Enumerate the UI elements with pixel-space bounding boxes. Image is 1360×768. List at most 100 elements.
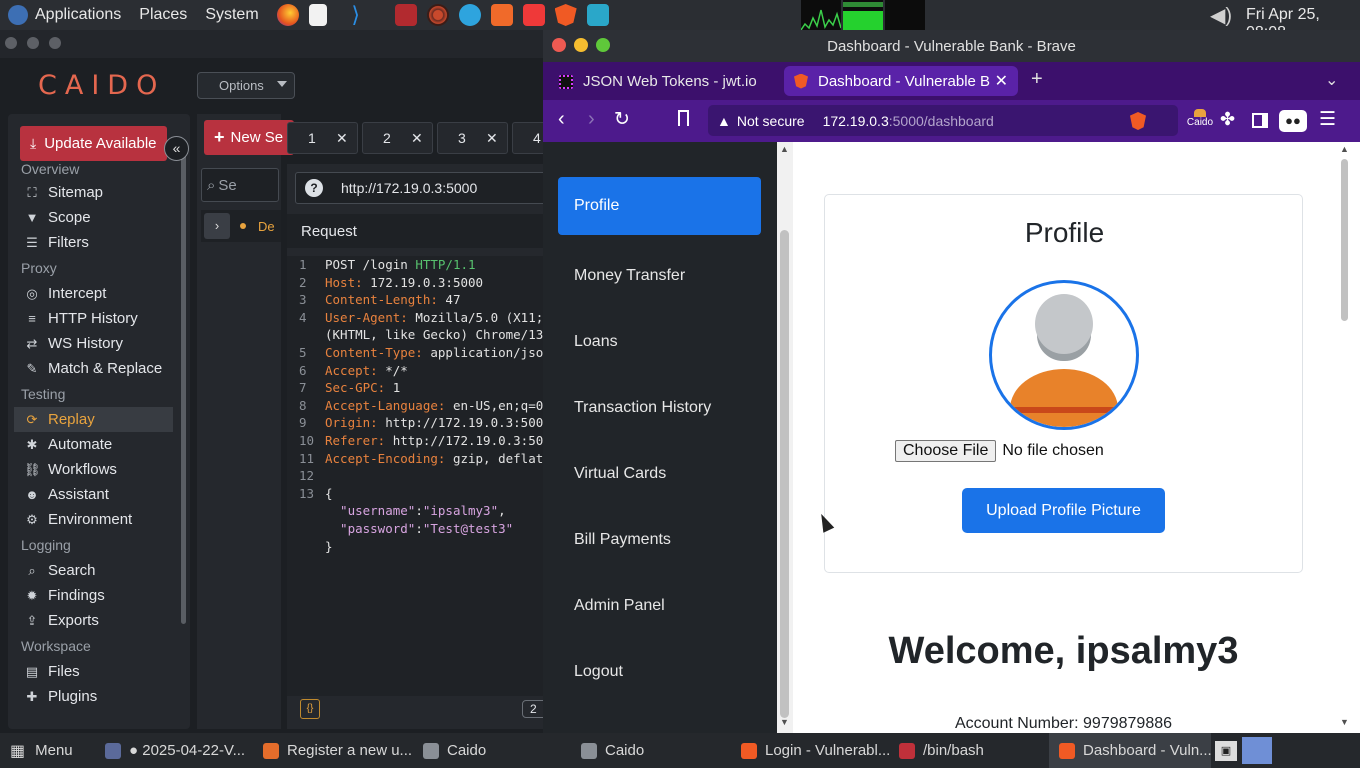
files-launcher-icon[interactable] — [586, 4, 609, 26]
nav-logout[interactable]: Logout — [543, 639, 777, 705]
target-launcher-icon[interactable] — [426, 4, 449, 26]
hamburger-menu-icon[interactable]: ☰ — [1319, 108, 1336, 131]
page-scroll-down-icon[interactable]: ▼ — [1340, 717, 1349, 727]
nav-admin-panel[interactable]: Admin Panel — [543, 573, 777, 639]
close-icon[interactable]: ✕ — [336, 130, 348, 147]
sidebar-item-findings[interactable]: ✹ Findings — [8, 583, 182, 608]
address-bar[interactable]: ▲ Not secure 172.19.0.3:5000/dashboard — [708, 105, 1178, 136]
format-json-icon[interactable]: {} — [300, 699, 320, 719]
close-icon[interactable]: ✕ — [411, 130, 423, 147]
caido-extension-icon[interactable]: Caido — [1186, 109, 1214, 133]
options-dropdown[interactable]: Options — [197, 72, 295, 99]
workspace-switcher-icon[interactable]: ▣ — [1215, 741, 1237, 761]
vivaldi-launcher-icon[interactable] — [522, 4, 545, 26]
sidebar-toggle-icon[interactable] — [1252, 113, 1268, 128]
sidebar-item-match-replace[interactable]: ✎ Match & Replace — [8, 356, 182, 381]
sidebar-item-search[interactable]: ⌕ Search — [8, 558, 182, 583]
brave-shields-icon[interactable] — [1130, 112, 1146, 130]
nav-transaction-history[interactable]: Transaction History — [543, 375, 777, 441]
collapse-sidebar-button[interactable]: « — [164, 136, 189, 161]
firefox-launcher-icon[interactable] — [276, 4, 299, 26]
sidebar-item-sitemap[interactable]: ⛶ Sitemap — [8, 180, 182, 205]
replay-tab[interactable]: 4✕ — [512, 122, 545, 154]
window-max-dot[interactable] — [49, 37, 61, 49]
sidebar-item-assistant[interactable]: ☻ Assistant — [8, 482, 182, 507]
sidebar-scrollbar[interactable] — [181, 154, 186, 624]
sidebar-item-exports[interactable]: ⇪ Exports — [8, 608, 182, 633]
chevron-right-icon[interactable]: › — [204, 213, 230, 239]
taskbar-item[interactable]: Caido — [571, 733, 731, 768]
sidebar-item-intercept[interactable]: ◎ Intercept — [8, 281, 182, 306]
code-line: "password": "Test@test3" — [325, 520, 514, 536]
replay-tab[interactable]: 3 ✕ — [437, 122, 508, 154]
taskbar-item[interactable]: /bin/bash — [889, 733, 1049, 768]
tab-jwt[interactable]: JSON Web Tokens - jwt.io — [551, 67, 779, 96]
sidebar-item-workflows[interactable]: ⛓ Workflows — [8, 457, 182, 482]
help-icon[interactable]: ? — [305, 179, 323, 197]
close-icon[interactable]: ✕ — [486, 130, 498, 147]
session-row[interactable]: › De — [201, 210, 281, 242]
request-url[interactable]: http://172.19.0.3:5000 — [341, 180, 477, 196]
extensions-puzzle-icon[interactable]: ✤ — [1220, 109, 1235, 130]
sidebar-item-filters[interactable]: ☰ Filters — [8, 230, 182, 255]
scroll-down-arrow-icon[interactable]: ▼ — [780, 717, 789, 727]
page-scroll-thumb[interactable] — [1341, 159, 1348, 321]
update-available-button[interactable]: ⤓ Update Available — [20, 126, 167, 161]
scroll-up-arrow-icon[interactable]: ▲ — [780, 144, 789, 154]
file-input[interactable]: Choose File No file chosen — [895, 440, 1104, 462]
sidebar-item-environment[interactable]: ⚙ Environment — [8, 507, 182, 532]
taskbar-item[interactable]: Dashboard - Vuln... — [1049, 733, 1211, 768]
nav-loans[interactable]: Loans — [543, 309, 777, 375]
burp-launcher-icon[interactable] — [490, 4, 513, 26]
volume-icon[interactable]: ◀) — [1210, 3, 1232, 28]
taskbar-item[interactable]: Caido — [413, 733, 571, 768]
sidebar-item-http-history[interactable]: ≡ HTTP History — [8, 306, 182, 331]
telegram-launcher-icon[interactable] — [458, 4, 481, 26]
tab-dashboard[interactable]: Dashboard - Vulnerable B ✕ — [784, 66, 1018, 96]
vpn-glasses-icon[interactable]: ●● — [1279, 110, 1307, 132]
window-min-dot[interactable] — [27, 37, 39, 49]
session-search-input[interactable]: ⌕ Se — [201, 168, 279, 202]
sidebar-item-replay[interactable]: ⟳ Replay — [14, 407, 173, 432]
menu-button[interactable]: ▦ Menu — [0, 733, 95, 768]
text-editor-launcher-icon[interactable] — [308, 4, 327, 26]
sidebar-item-ws-history[interactable]: ⇄ WS History — [8, 331, 182, 356]
nav-bill-payments[interactable]: Bill Payments — [543, 507, 777, 573]
choose-file-button[interactable]: Choose File — [895, 440, 997, 462]
vscode-launcher-icon[interactable]: ⟩ — [345, 4, 367, 26]
window-close-dot[interactable] — [5, 37, 17, 49]
url-bar[interactable]: ? http://172.19.0.3:5000 — [295, 172, 545, 204]
places-menu[interactable]: Places — [139, 6, 187, 24]
nav-profile[interactable]: Profile — [558, 177, 761, 235]
replay-tab[interactable]: 1 ✕ — [287, 122, 358, 154]
sidebar-item-scope[interactable]: ▼ Scope — [8, 205, 182, 230]
close-tab-icon[interactable]: ✕ — [995, 71, 1008, 91]
show-desktop-button[interactable] — [1242, 737, 1272, 764]
page-scroll-up-icon[interactable]: ▲ — [1340, 144, 1349, 154]
sidebar-item-files[interactable]: ▤ Files — [8, 659, 182, 684]
sidebar-item-plugins[interactable]: ✚ Plugins — [8, 684, 182, 709]
back-icon[interactable]: ‹ — [558, 108, 565, 131]
taskbar-item[interactable]: Login - Vulnerabl... — [731, 733, 889, 768]
reload-icon[interactable]: ↻ — [614, 108, 630, 131]
terminal-launcher-icon[interactable] — [394, 4, 417, 26]
not-secure-label[interactable]: Not secure — [737, 113, 805, 129]
new-session-button[interactable]: + New Se — [204, 120, 294, 155]
system-menu[interactable]: System — [205, 6, 258, 24]
forward-icon[interactable]: › — [588, 108, 595, 131]
nav-money-transfer[interactable]: Money Transfer — [543, 243, 777, 309]
tab-search-chevron-icon[interactable]: ⌄ — [1325, 70, 1338, 90]
brave-launcher-icon[interactable] — [554, 4, 577, 26]
bookmark-icon[interactable] — [678, 110, 689, 126]
sidebar-scroll-thumb[interactable] — [780, 230, 789, 718]
upload-profile-picture-button[interactable]: Upload Profile Picture — [962, 488, 1165, 533]
request-editor[interactable]: 1 POST /login HTTP/1.1 2 Host: 172.19.0.3:5… — [287, 256, 545, 696]
sidebar-item-automate[interactable]: ✱ Automate — [8, 432, 182, 457]
applications-menu[interactable]: Applications — [8, 5, 121, 25]
code-line: 11 Accept-Encoding: gzip, deflat — [299, 450, 544, 466]
replay-tab[interactable]: 2 ✕ — [362, 122, 433, 154]
taskbar-item[interactable]: ● 2025-04-22-V... — [95, 733, 253, 768]
new-tab-icon[interactable]: + — [1031, 68, 1043, 91]
nav-virtual-cards[interactable]: Virtual Cards — [543, 441, 777, 507]
taskbar-item[interactable]: Register a new u... — [253, 733, 413, 768]
